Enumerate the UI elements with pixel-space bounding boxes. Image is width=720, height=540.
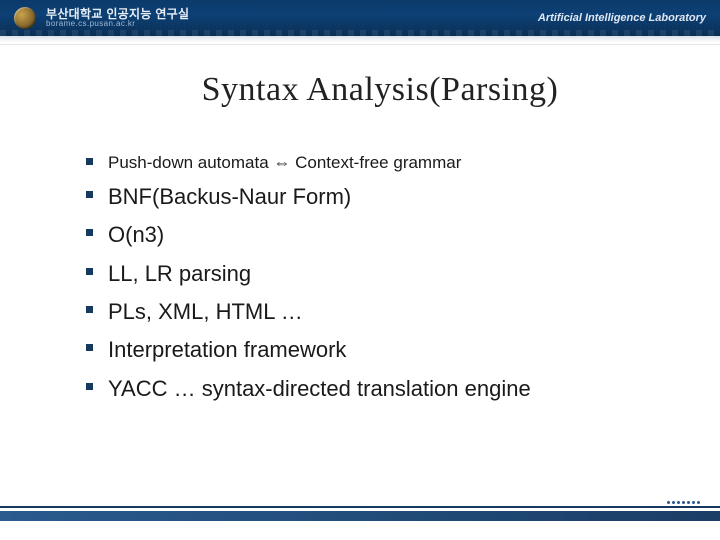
header-divider (0, 36, 720, 45)
institution-block: 부산대학교 인공지능 연구실 borame.cs.pusan.ac.kr (46, 8, 189, 29)
footer-dots-icon (667, 501, 700, 504)
list-item: O(n3) (86, 217, 680, 253)
slide-footer (0, 506, 720, 522)
lab-name: Artificial Intelligence Laboratory (538, 12, 706, 24)
institution-url: borame.cs.pusan.ac.kr (46, 20, 189, 28)
bullet-text: PLs, XML, HTML … (108, 299, 303, 324)
bullet-list: Push-down automata ⇔ Context-free gramma… (80, 149, 680, 407)
list-item: PLs, XML, HTML … (86, 294, 680, 330)
list-item: BNF(Backus-Naur Form) (86, 179, 680, 215)
university-logo-icon (14, 7, 36, 29)
bullet-text: O(n3) (108, 222, 164, 247)
header-left: 부산대학교 인공지능 연구실 borame.cs.pusan.ac.kr (14, 7, 189, 29)
bullet-text: BNF(Backus-Naur Form) (108, 184, 351, 209)
bullet-text: Interpretation framework (108, 337, 346, 362)
bullet-text: Push-down automata ⇔ Context-free gramma… (108, 153, 461, 172)
list-item: LL, LR parsing (86, 256, 680, 292)
slide-title: Syntax Analysis(Parsing) (80, 71, 680, 109)
bullet-text: YACC … syntax-directed translation engin… (108, 376, 531, 401)
list-item: YACC … syntax-directed translation engin… (86, 371, 680, 407)
list-item: Push-down automata ⇔ Context-free gramma… (86, 149, 680, 177)
slide-body: Syntax Analysis(Parsing) Push-down autom… (0, 45, 720, 407)
bullet-text: LL, LR parsing (108, 261, 251, 286)
list-item: Interpretation framework (86, 332, 680, 368)
